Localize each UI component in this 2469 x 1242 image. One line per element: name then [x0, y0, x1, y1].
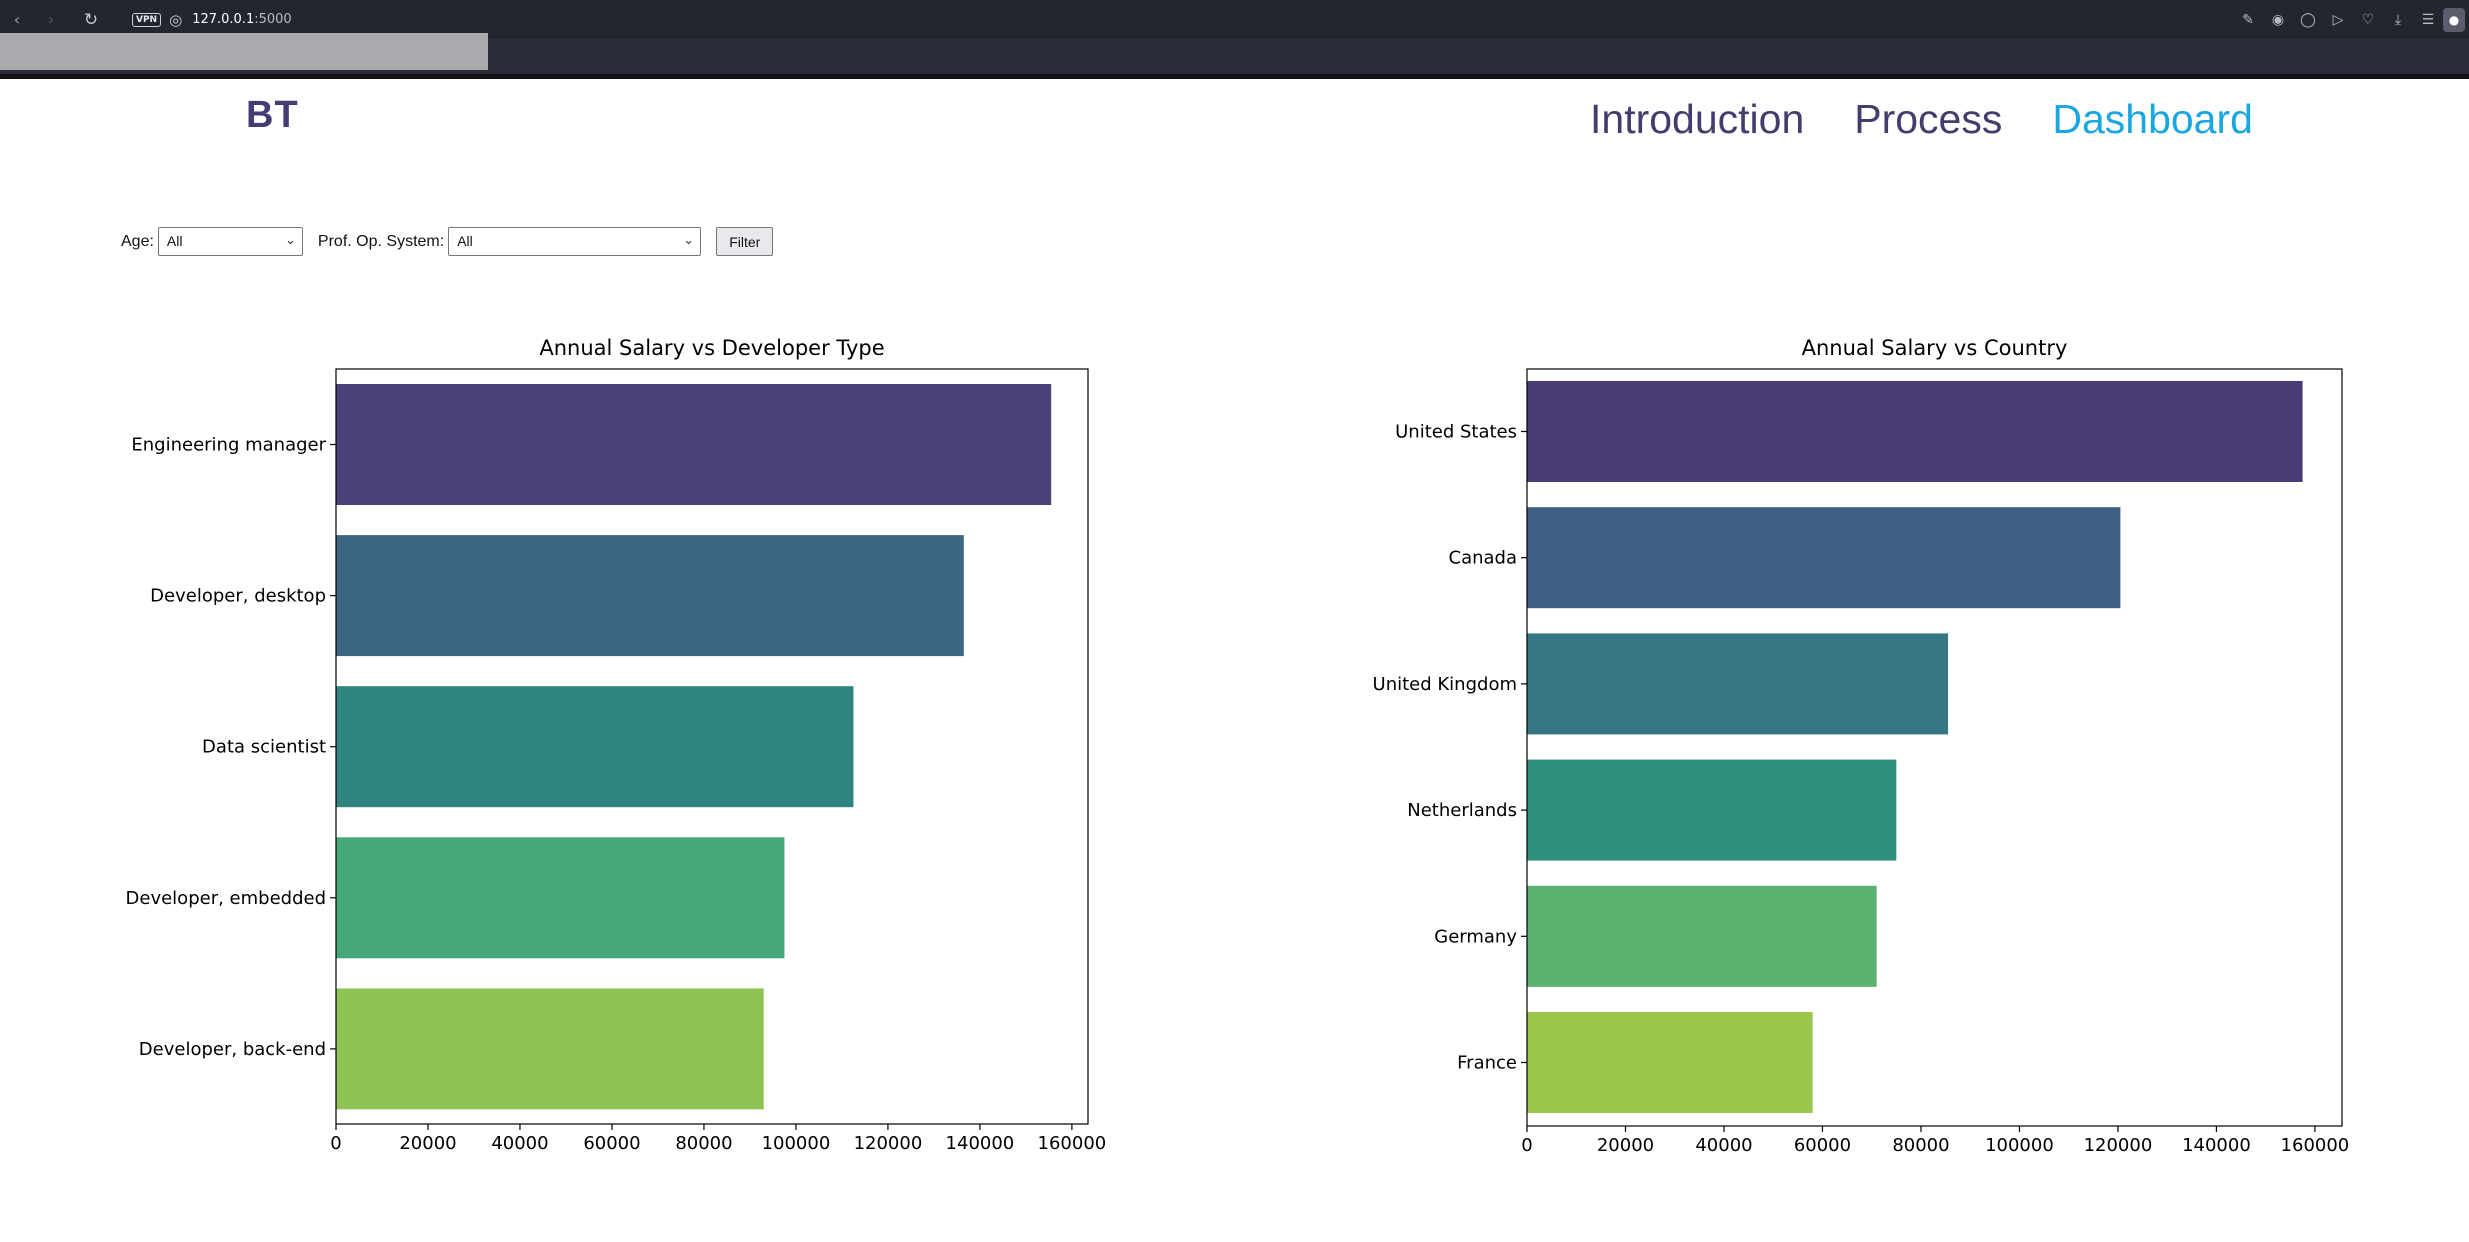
x-tick-label: 120000 [2084, 1135, 2153, 1156]
url-host: 127.0.0.1 [192, 12, 255, 27]
globe-icon: ◎ [169, 10, 183, 29]
country-chart: Annual Salary vs Country United States Can… [1373, 336, 2350, 1156]
x-tick-label: 100000 [1985, 1135, 2054, 1156]
category-label: Netherlands [1407, 800, 1517, 821]
browser-actions: ✎ ◉ ◯ ▷ ♡ ⤓ ☰ ● [2233, 0, 2469, 39]
vpn-badge[interactable]: VPN [132, 12, 162, 27]
x-tick-label: 0 [330, 1133, 341, 1154]
download-icon[interactable]: ⤓ [2383, 12, 2413, 28]
os-select[interactable]: All ⌄ [448, 227, 702, 256]
chart-title: Annual Salary vs Developer Type [539, 336, 884, 360]
x-tick-label: 20000 [399, 1133, 456, 1154]
bar [336, 535, 964, 657]
toolbar-divider [0, 74, 2469, 79]
site-logo[interactable]: BT [246, 94, 299, 137]
active-tab[interactable] [0, 33, 488, 70]
nav-dashboard[interactable]: Dashboard [2052, 96, 2253, 143]
x-tick-label: 60000 [1794, 1135, 1851, 1156]
x-tick-label: 100000 [762, 1133, 831, 1154]
bar [1527, 885, 1877, 987]
category-label: Engineering manager [131, 435, 326, 456]
share-icon[interactable]: ✎ [2233, 12, 2263, 28]
x-tick-label: 20000 [1597, 1135, 1654, 1156]
menu-icon[interactable]: ☰ [2413, 12, 2443, 28]
bar [1527, 381, 2303, 482]
x-tick-label: 80000 [1892, 1135, 1949, 1156]
x-tick-label: 140000 [2182, 1135, 2251, 1156]
forward-icon[interactable]: › [34, 10, 68, 29]
back-icon[interactable]: ‹ [0, 10, 34, 29]
age-select[interactable]: All ⌄ [157, 227, 303, 256]
x-tick-label: 0 [1521, 1135, 1532, 1156]
x-tick-label: 160000 [2281, 1135, 2350, 1156]
bar [336, 988, 764, 1110]
bar [1527, 1012, 1813, 1113]
shield-icon[interactable]: ◯ [2293, 12, 2323, 28]
nav-introduction[interactable]: Introduction [1590, 96, 1804, 143]
developer-type-chart: Annual Salary vs Developer Type Engineeri… [126, 336, 1107, 1154]
category-label: Germany [1434, 926, 1517, 947]
camera-icon[interactable]: ◉ [2263, 12, 2293, 28]
category-label: Data scientist [202, 737, 326, 758]
category-label: France [1457, 1053, 1517, 1074]
bar [1527, 633, 1949, 735]
bar [336, 384, 1052, 505]
category-label: Canada [1449, 548, 1518, 569]
chevron-down-icon: ⌄ [683, 232, 695, 247]
x-tick-label: 40000 [1695, 1135, 1752, 1156]
category-label: United Kingdom [1373, 674, 1517, 695]
bar [336, 686, 854, 808]
play-icon[interactable]: ▷ [2323, 12, 2353, 28]
profile-icon[interactable]: ● [2443, 7, 2465, 32]
category-label: Developer, back-end [139, 1039, 326, 1060]
x-tick-label: 60000 [583, 1133, 640, 1154]
url-port: :5000 [254, 12, 292, 27]
main-nav: Introduction Process Dashboard [1590, 96, 2303, 143]
category-label: Developer, desktop [150, 586, 326, 607]
bar [1527, 759, 1897, 861]
chart-title: Annual Salary vs Country [1802, 336, 2068, 360]
category-label: Developer, embedded [126, 888, 326, 909]
filter-form: Age: All ⌄ Prof. Op. System: All ⌄ Filte… [121, 227, 774, 256]
reload-icon[interactable]: ↻ [76, 10, 106, 30]
address-bar[interactable]: 127.0.0.1:5000 [192, 12, 292, 27]
age-label: Age: [121, 232, 154, 250]
category-label: United States [1395, 422, 1517, 443]
x-tick-label: 160000 [1038, 1133, 1107, 1154]
age-select-value: All [166, 233, 183, 249]
nav-process[interactable]: Process [1854, 96, 2002, 143]
chevron-down-icon: ⌄ [285, 232, 296, 247]
x-tick-label: 40000 [491, 1133, 548, 1154]
x-tick-label: 120000 [854, 1133, 923, 1154]
filter-button[interactable]: Filter [716, 227, 774, 256]
bar [1527, 507, 2121, 609]
heart-icon[interactable]: ♡ [2353, 12, 2383, 28]
bar [336, 837, 785, 959]
x-tick-label: 140000 [946, 1133, 1015, 1154]
x-tick-label: 80000 [675, 1133, 732, 1154]
os-label: Prof. Op. System: [317, 232, 445, 250]
os-select-value: All [457, 233, 473, 249]
